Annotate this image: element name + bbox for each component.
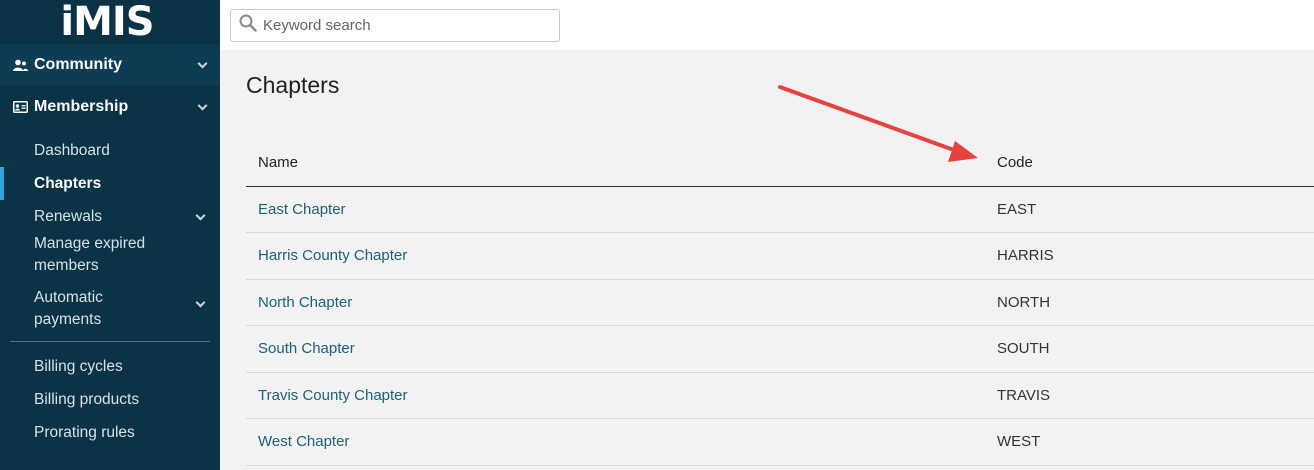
sidebar-item-chapters[interactable]: Chapters bbox=[0, 167, 220, 200]
chevron-down-icon bbox=[197, 58, 208, 69]
people-icon bbox=[12, 57, 28, 73]
chapter-code-cell: WEST bbox=[985, 418, 1314, 466]
chapter-name-cell: North Chapter bbox=[246, 279, 985, 326]
sidebar-item-label: Renewals bbox=[34, 207, 103, 225]
search-icon bbox=[239, 14, 257, 37]
chapter-code-cell: EAST bbox=[985, 186, 1314, 233]
sidebar-item-billing-products[interactable]: Billing products bbox=[0, 383, 220, 416]
sidebar-item-label: Chapters bbox=[34, 174, 102, 192]
nav-section-label: Community bbox=[34, 56, 122, 73]
page-title: Chapters bbox=[246, 72, 340, 98]
chapter-code-cell: SOUTH bbox=[985, 325, 1314, 373]
chapter-link[interactable]: North Chapter bbox=[258, 294, 352, 311]
chapter-name-cell: East Chapter bbox=[246, 186, 985, 233]
top-bar bbox=[220, 0, 1314, 50]
chapters-table: Name Code East Chapter EAST Harris Count… bbox=[246, 140, 1314, 466]
sidebar-item-label: Automatic payments bbox=[34, 289, 103, 328]
chapter-link[interactable]: East Chapter bbox=[258, 201, 346, 218]
nav-section-label: Membership bbox=[34, 98, 129, 115]
sidebar-item-manage-expired-members[interactable]: Manage expired members bbox=[0, 233, 220, 277]
sidebar-item-label: Prorating rules bbox=[34, 423, 135, 441]
chapter-name-cell: Harris County Chapter bbox=[246, 232, 985, 280]
nav-divider bbox=[10, 341, 210, 342]
chapter-name-cell: West Chapter bbox=[246, 418, 985, 466]
main-content: Chapters Name Code East Chapter EAST Har… bbox=[220, 50, 1314, 470]
sidebar-item-billing-cycles[interactable]: Billing cycles bbox=[0, 350, 220, 383]
table-row: North Chapter NORTH bbox=[246, 279, 1314, 326]
chapter-code-cell: NORTH bbox=[985, 279, 1314, 326]
search-input[interactable] bbox=[261, 16, 541, 35]
chapter-code-cell: TRAVIS bbox=[985, 372, 1314, 419]
column-header-name[interactable]: Name bbox=[246, 140, 985, 187]
id-card-icon bbox=[12, 99, 28, 115]
search-box[interactable] bbox=[230, 9, 560, 42]
column-header-code[interactable]: Code bbox=[985, 140, 1314, 187]
table-row: West Chapter WEST bbox=[246, 418, 1314, 466]
chapter-code-cell: HARRIS bbox=[985, 232, 1314, 280]
sidebar-item-label: Billing products bbox=[34, 390, 140, 408]
chevron-down-icon bbox=[197, 100, 208, 111]
sidebar-item-automatic-payments[interactable]: Automatic payments bbox=[0, 287, 220, 331]
nav-section-community[interactable]: Community bbox=[0, 44, 220, 86]
sidebar-item-label: Dashboard bbox=[34, 141, 110, 159]
chapter-link[interactable]: West Chapter bbox=[258, 433, 349, 450]
table-row: East Chapter EAST bbox=[246, 186, 1314, 233]
sidebar-item-label: Manage expired members bbox=[34, 235, 146, 274]
nav-section-membership[interactable]: Membership bbox=[0, 86, 220, 128]
sidebar-item-dashboard[interactable]: Dashboard bbox=[0, 134, 220, 167]
chapter-link[interactable]: Travis County Chapter bbox=[258, 387, 408, 404]
chapter-name-cell: Travis County Chapter bbox=[246, 372, 985, 419]
table-header-row: Name Code bbox=[246, 140, 1314, 187]
chapter-link[interactable]: Harris County Chapter bbox=[258, 247, 407, 264]
membership-nav-list: Dashboard Chapters Renewals Manage expir… bbox=[0, 128, 220, 449]
chapter-link[interactable]: South Chapter bbox=[258, 340, 355, 357]
chevron-down-icon bbox=[195, 297, 206, 308]
sidebar-item-label: Billing cycles bbox=[34, 357, 123, 375]
chapter-name-cell: South Chapter bbox=[246, 325, 985, 373]
sidebar: iMIS Community Membership Dashboard Chap… bbox=[0, 0, 220, 470]
chevron-down-icon bbox=[195, 210, 206, 221]
table-row: Travis County Chapter TRAVIS bbox=[246, 372, 1314, 419]
sidebar-item-prorating-rules[interactable]: Prorating rules bbox=[0, 416, 220, 449]
table-row: Harris County Chapter HARRIS bbox=[246, 232, 1314, 280]
sidebar-item-renewals[interactable]: Renewals bbox=[0, 200, 220, 233]
table-row: South Chapter SOUTH bbox=[246, 325, 1314, 373]
imis-logo[interactable]: iMIS bbox=[0, 0, 220, 45]
